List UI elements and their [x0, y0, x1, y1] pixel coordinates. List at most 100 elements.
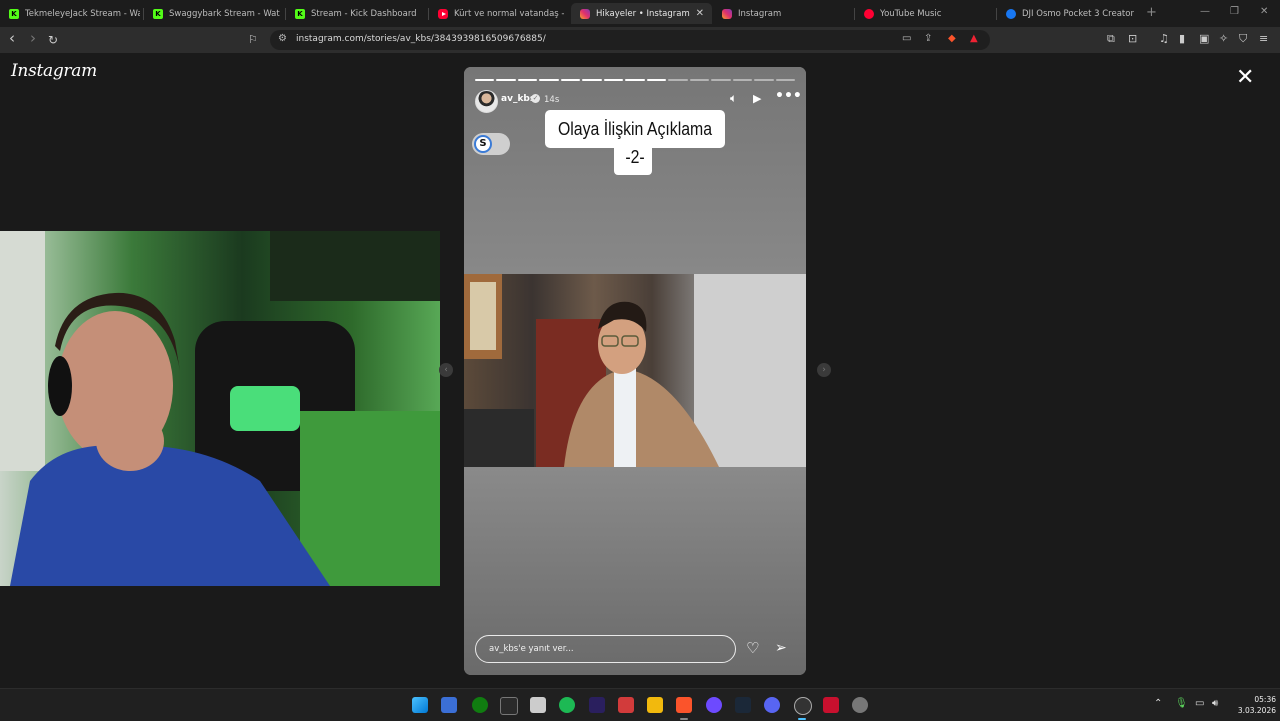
streaming-app-icon[interactable] — [618, 697, 634, 713]
tab-label: Stream - Kick Dashboard — [311, 8, 417, 19]
tab-bar: K TekmeleyeJack Stream - Watch K Swaggyb… — [0, 0, 1280, 27]
new-tab-button[interactable]: + — [1146, 5, 1157, 20]
brave-rewards-icon[interactable]: ▲ — [970, 33, 978, 44]
tab-label: DJI Osmo Pocket 3 Creator Co — [1022, 8, 1135, 19]
clock-date: 3.03.2026 — [1237, 706, 1276, 715]
proton-icon[interactable] — [706, 697, 722, 713]
cast-icon[interactable]: ▭ — [902, 33, 911, 44]
story-progress-segment — [539, 79, 559, 81]
minimize-icon[interactable]: — — [1200, 6, 1210, 17]
story-progress-segment — [475, 79, 495, 81]
start-icon[interactable] — [412, 697, 428, 713]
reply-placeholder: av_kbs'e yanıt ver... — [489, 644, 574, 654]
windows-taskbar: ⌃ 🎙︎ ▭ 🔊︎ 05:36 3.03.2026 — [0, 688, 1280, 721]
volume-icon[interactable]: 🔊︎ — [1212, 698, 1218, 709]
steam-icon[interactable] — [735, 697, 751, 713]
epic-games-icon[interactable] — [500, 697, 518, 715]
settings-icon[interactable] — [852, 697, 868, 713]
tray-overflow-icon[interactable]: ⌃ — [1154, 698, 1162, 709]
story-progress-segment — [560, 79, 581, 81]
instagram-logo[interactable]: Instagram — [11, 61, 97, 81]
tab-instagram[interactable]: Instagram — [713, 3, 853, 24]
play-icon[interactable]: ▶ — [753, 92, 761, 105]
story-progress-segment — [582, 79, 602, 81]
microphone-icon[interactable]: 🎙︎ — [1175, 698, 1188, 709]
menu-icon[interactable]: ≡ — [1259, 32, 1268, 45]
story-progress-segment — [646, 79, 667, 81]
url-host: instagram.com — [296, 34, 364, 44]
screenshot-icon[interactable]: ⊡ — [1128, 32, 1137, 45]
story-progress-segment — [711, 79, 731, 81]
premiere-pro-icon[interactable] — [589, 697, 605, 713]
calculator-icon[interactable] — [530, 697, 546, 713]
story-progress-bar — [475, 79, 796, 81]
story-progress-segment — [603, 79, 624, 81]
reply-input[interactable]: av_kbs'e yanıt ver... — [475, 635, 736, 663]
previous-story-icon[interactable]: ‹ — [439, 363, 453, 377]
tab-label: Hikayeler • Instagram — [596, 8, 690, 19]
speaker-icon[interactable]: 🔈︎ — [730, 91, 737, 106]
forward-icon[interactable]: › — [30, 30, 36, 46]
wallet-icon[interactable]: ▣ — [1199, 32, 1209, 45]
bookmark-icon[interactable]: ⚐ — [248, 32, 258, 48]
vpn-shield-icon[interactable]: ⛉ — [1239, 32, 1247, 46]
amd-icon[interactable] — [823, 697, 839, 713]
tab-tekmeleyejack[interactable]: K TekmeleyeJack Stream - Watch — [0, 3, 140, 24]
maximize-icon[interactable]: ❐ — [1230, 6, 1239, 17]
like-heart-icon[interactable]: ♡ — [746, 639, 759, 657]
brave-shields-icon[interactable]: ◆ — [948, 33, 956, 44]
instagram-icon — [722, 8, 732, 19]
brave-browser-icon[interactable] — [676, 697, 692, 713]
tab-instagram-stories[interactable]: Hikayeler • Instagram ✕ — [571, 3, 712, 24]
instagram-icon — [580, 8, 590, 19]
tab-label: Kürt ve normal vatandaş - YouT — [454, 8, 567, 19]
more-options-icon[interactable]: ••• — [775, 88, 802, 104]
close-story-icon[interactable]: ✕ — [1236, 67, 1254, 89]
reload-icon[interactable]: ↻ — [48, 32, 58, 48]
tab-swaggybark[interactable]: K Swaggybark Stream - Watch L — [144, 3, 280, 24]
next-story-icon[interactable]: › — [817, 363, 831, 377]
file-explorer-icon[interactable] — [647, 697, 663, 713]
site-settings-icon[interactable]: ⚙ — [278, 33, 287, 44]
send-icon[interactable]: ➢ — [775, 640, 787, 656]
task-view-icon[interactable] — [441, 697, 457, 713]
spotify-icon[interactable] — [559, 697, 575, 713]
story-viewer[interactable]: av_kbs ✓ 14s 🔈︎ ▶ ••• Olaya İlişkin Açık… — [464, 67, 806, 675]
story-video-scene — [464, 274, 806, 467]
story-progress-segment — [689, 79, 710, 81]
story-progress-segment — [732, 79, 753, 81]
tab-dji[interactable]: DJI Osmo Pocket 3 Creator Co — [997, 3, 1135, 24]
youtube-icon — [438, 8, 448, 19]
story-sticker[interactable]: S — [472, 133, 510, 155]
tab-youtube-music[interactable]: YouTube Music — [855, 3, 995, 24]
story-timestamp: 14s — [544, 95, 560, 105]
music-icon[interactable]: ♫ — [1159, 32, 1169, 45]
share-icon[interactable]: ⇪ — [924, 33, 932, 44]
navigation-bar: ‹ › ↻ ⚐ ⚙ instagram.com/stories/av_kbs/3… — [0, 27, 1280, 53]
leo-ai-icon[interactable]: ✧ — [1219, 32, 1228, 45]
address-bar[interactable]: ⚙ instagram.com/stories/av_kbs/384393981… — [270, 30, 990, 50]
tab-close-icon[interactable]: ✕ — [696, 8, 704, 19]
tab-label: Instagram — [738, 8, 782, 19]
extensions-icon[interactable]: ⧉ — [1107, 32, 1115, 46]
page-viewport: Instagram ✕ ‹ › av_kbs ✓ 14s 🔈︎ ▶ ••• Ol… — [0, 53, 1280, 688]
xbox-icon[interactable] — [472, 697, 488, 713]
discord-icon[interactable] — [764, 697, 780, 713]
tab-label: Swaggybark Stream - Watch L — [169, 8, 280, 19]
story-progress-segment — [625, 79, 645, 81]
url-text[interactable]: instagram.com/stories/av_kbs/38439398165… — [296, 34, 546, 44]
tab-label: YouTube Music — [880, 8, 942, 19]
avatar[interactable] — [475, 90, 498, 113]
story-progress-segment — [496, 79, 516, 81]
back-icon[interactable]: ‹ — [9, 30, 15, 46]
obs-icon[interactable] — [794, 697, 812, 715]
system-clock[interactable]: 05:36 3.03.2026 — [1226, 694, 1276, 716]
tab-youtube-video[interactable]: Kürt ve normal vatandaş - YouT — [429, 3, 567, 24]
sidebar-icon[interactable]: ▮ — [1179, 32, 1185, 45]
verified-badge-icon: ✓ — [531, 94, 540, 103]
window-close-icon[interactable]: ✕ — [1260, 6, 1268, 17]
kick-icon: K — [153, 8, 163, 19]
network-icon[interactable]: ▭ — [1195, 698, 1204, 709]
story-caption-title: Olaya İlişkin Açıklama -2- — [557, 119, 713, 167]
tab-kick-dashboard[interactable]: K Stream - Kick Dashboard — [286, 3, 428, 24]
